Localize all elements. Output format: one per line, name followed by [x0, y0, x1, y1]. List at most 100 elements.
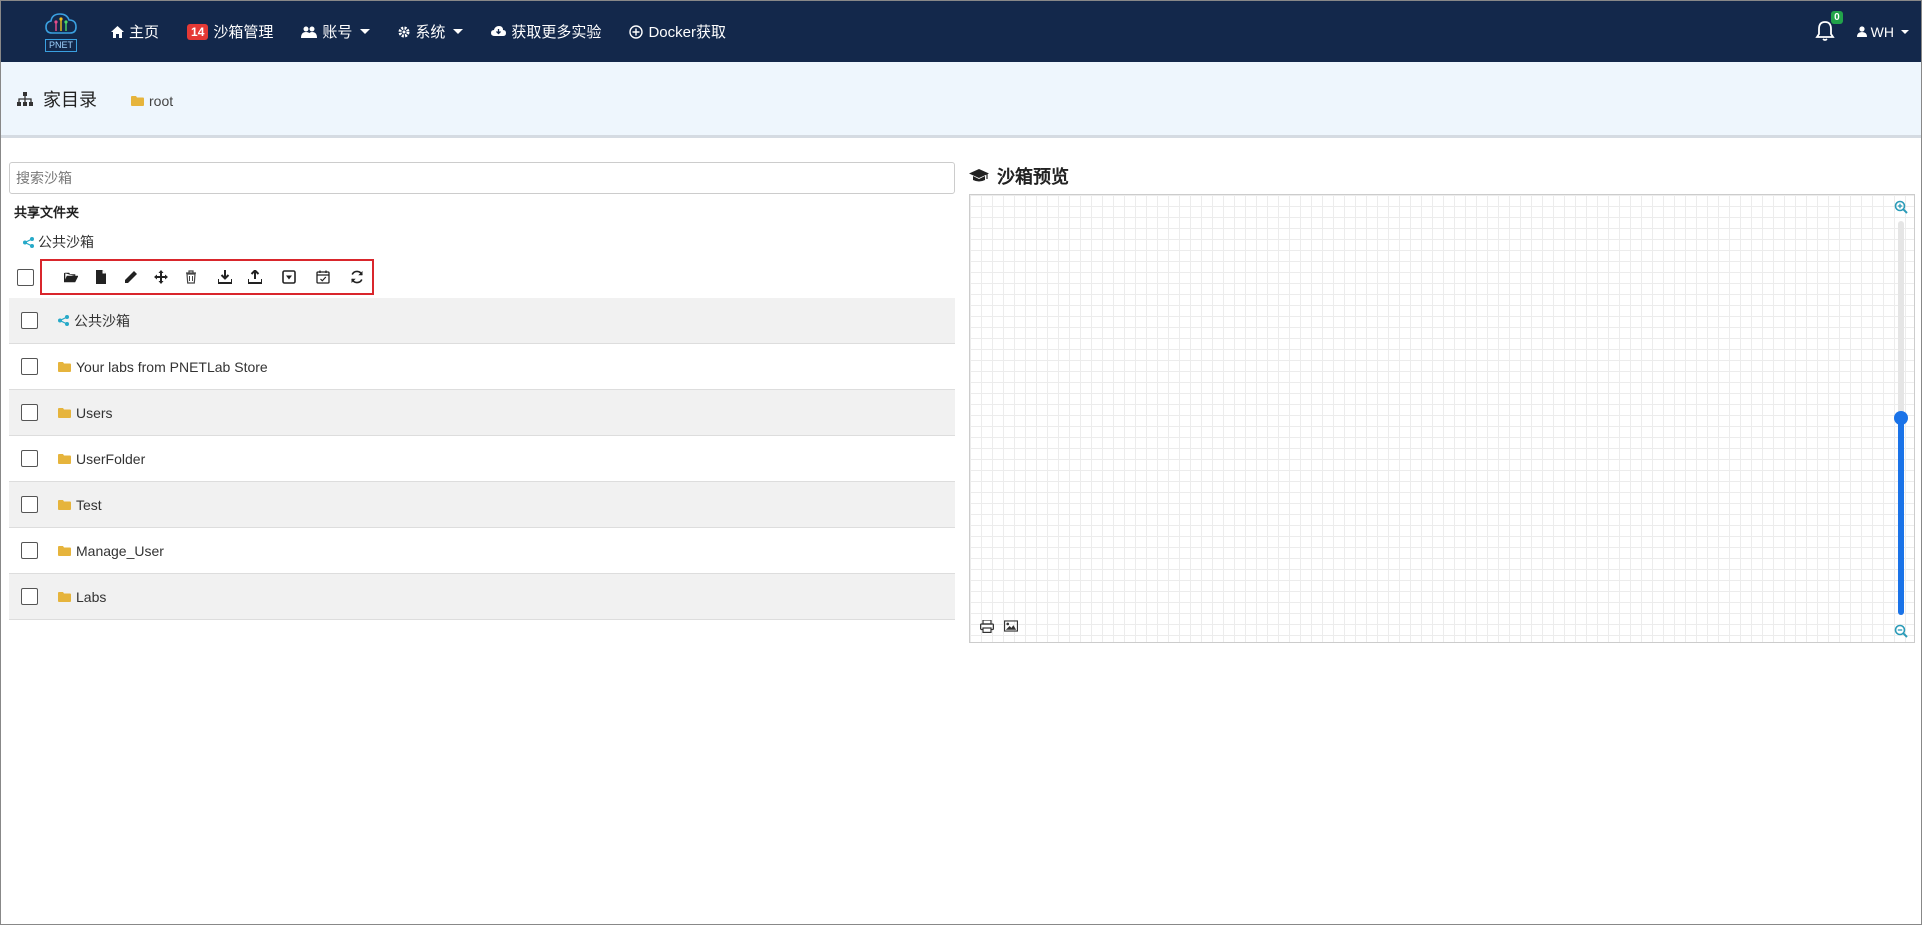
- nav-docker[interactable]: Docker获取: [629, 21, 726, 42]
- list-item[interactable]: 公共沙箱: [9, 298, 955, 344]
- notification-badge: 0: [1831, 10, 1843, 24]
- file-icon: [96, 270, 106, 284]
- graduation-cap-icon: [969, 169, 989, 182]
- refresh-button[interactable]: [342, 262, 372, 292]
- row-checkbox[interactable]: [21, 496, 38, 513]
- nav-sandbox-manage-label: 沙箱管理: [213, 24, 274, 41]
- share-icon: [23, 236, 34, 248]
- row-name[interactable]: 公共沙箱: [58, 311, 130, 331]
- row-checkbox[interactable]: [21, 542, 38, 559]
- row-name[interactable]: UserFolder: [58, 451, 145, 467]
- list-item[interactable]: Manage_User: [9, 528, 955, 574]
- row-name[interactable]: Your labs from PNETLab Store: [58, 359, 268, 375]
- row-name[interactable]: Manage_User: [58, 543, 164, 559]
- top-navbar: PNET 主页 14 沙箱管理 账号 系统 获取更多实验 Docker获取 0 …: [1, 1, 1921, 62]
- calendar-check-icon: [316, 270, 330, 284]
- sandbox-list: 公共沙箱 Your labs from PNETLab Store Users …: [9, 298, 955, 620]
- public-sandbox-label: 公共沙箱: [38, 234, 94, 250]
- move-icon: [154, 270, 168, 284]
- row-checkbox[interactable]: [21, 588, 38, 605]
- nav-sandbox-manage[interactable]: 14 沙箱管理: [187, 21, 273, 42]
- preview-title: 沙箱预览: [969, 163, 1069, 189]
- action-toolbar: [40, 259, 374, 295]
- collapse-button[interactable]: [274, 262, 304, 292]
- row-label: Your labs from PNETLab Store: [76, 358, 268, 375]
- print-button[interactable]: [980, 620, 994, 634]
- share-icon: [58, 315, 69, 326]
- user-menu[interactable]: WH: [1856, 23, 1909, 40]
- folder-icon: [58, 361, 71, 372]
- select-all-checkbox[interactable]: [17, 268, 34, 286]
- folder-icon: [58, 407, 71, 418]
- zoom-slider-fill: [1898, 418, 1904, 615]
- user-icon: [1856, 26, 1867, 37]
- row-checkbox[interactable]: [21, 358, 38, 375]
- folder-icon: [58, 499, 71, 510]
- zoom-in-icon[interactable]: [1894, 200, 1908, 214]
- folder-icon: [58, 453, 71, 464]
- nav-account[interactable]: 账号: [301, 21, 371, 42]
- list-item[interactable]: Users: [9, 390, 955, 436]
- list-item[interactable]: Your labs from PNETLab Store: [9, 344, 955, 390]
- zoom-slider-handle[interactable]: [1894, 411, 1908, 425]
- open-folder-button[interactable]: [56, 262, 86, 292]
- preview-title-text: 沙箱预览: [997, 167, 1069, 187]
- home-icon: [111, 25, 124, 38]
- move-button[interactable]: [146, 262, 176, 292]
- chevron-down-icon: [453, 29, 464, 34]
- nav-home[interactable]: 主页: [111, 21, 159, 42]
- row-checkbox[interactable]: [21, 312, 38, 329]
- cloud-logo-icon: [45, 13, 77, 34]
- schedule-button[interactable]: [308, 262, 338, 292]
- export-image-button[interactable]: [1004, 620, 1018, 634]
- nav-get-more-labs[interactable]: 获取更多实验: [491, 21, 601, 42]
- sitemap-icon: [17, 91, 33, 106]
- row-name[interactable]: Test: [58, 497, 102, 513]
- row-label: UserFolder: [76, 450, 146, 467]
- export-button[interactable]: [240, 262, 270, 292]
- zoom-out-icon[interactable]: [1894, 624, 1908, 638]
- trash-icon: [186, 270, 196, 284]
- toolbar-row: [17, 259, 374, 295]
- row-label: Test: [76, 496, 102, 513]
- row-checkbox[interactable]: [21, 404, 38, 421]
- cloud-download-icon: [491, 26, 507, 37]
- rename-button[interactable]: [116, 262, 146, 292]
- logo-text: PNET: [44, 39, 77, 52]
- print-icon: [980, 620, 994, 633]
- notification-button[interactable]: 0: [1814, 10, 1843, 44]
- nav-system[interactable]: 系统: [398, 21, 464, 42]
- breadcrumb: 家目录 root: [1, 62, 1921, 138]
- delete-button[interactable]: [176, 262, 206, 292]
- sandbox-preview-canvas[interactable]: [969, 194, 1915, 643]
- chevron-down-icon: [360, 29, 371, 34]
- row-label: Labs: [76, 588, 107, 605]
- upload-icon: [248, 270, 262, 284]
- nav-get-more-labs-label: 获取更多实验: [511, 24, 602, 41]
- sandbox-count-badge: 14: [187, 23, 209, 40]
- list-item[interactable]: Test: [9, 482, 955, 528]
- nav-docker-label: Docker获取: [648, 24, 726, 41]
- user-name: WH: [1870, 23, 1894, 40]
- pnet-logo[interactable]: PNET: [41, 10, 81, 54]
- breadcrumb-root-label: root: [149, 92, 174, 109]
- public-sandbox-link[interactable]: 公共沙箱: [23, 232, 94, 252]
- row-label: Users: [76, 404, 113, 421]
- nav-system-label: 系统: [415, 24, 446, 41]
- row-name[interactable]: Users: [58, 405, 113, 421]
- row-label: 公共沙箱: [74, 312, 130, 329]
- gear-icon: [398, 26, 410, 38]
- zoom-slider[interactable]: [1894, 221, 1908, 615]
- row-name[interactable]: Labs: [58, 589, 106, 605]
- import-button[interactable]: [210, 262, 240, 292]
- page-title-text: 家目录: [43, 89, 97, 110]
- breadcrumb-root[interactable]: root: [131, 93, 173, 109]
- list-item[interactable]: UserFolder: [9, 436, 955, 482]
- search-input[interactable]: [9, 162, 955, 194]
- row-label: Manage_User: [76, 542, 164, 559]
- row-checkbox[interactable]: [21, 450, 38, 467]
- nav-right: 0 WH: [1814, 1, 1909, 62]
- list-item[interactable]: Labs: [9, 574, 955, 620]
- new-file-button[interactable]: [86, 262, 116, 292]
- preview-tools: [980, 620, 1018, 634]
